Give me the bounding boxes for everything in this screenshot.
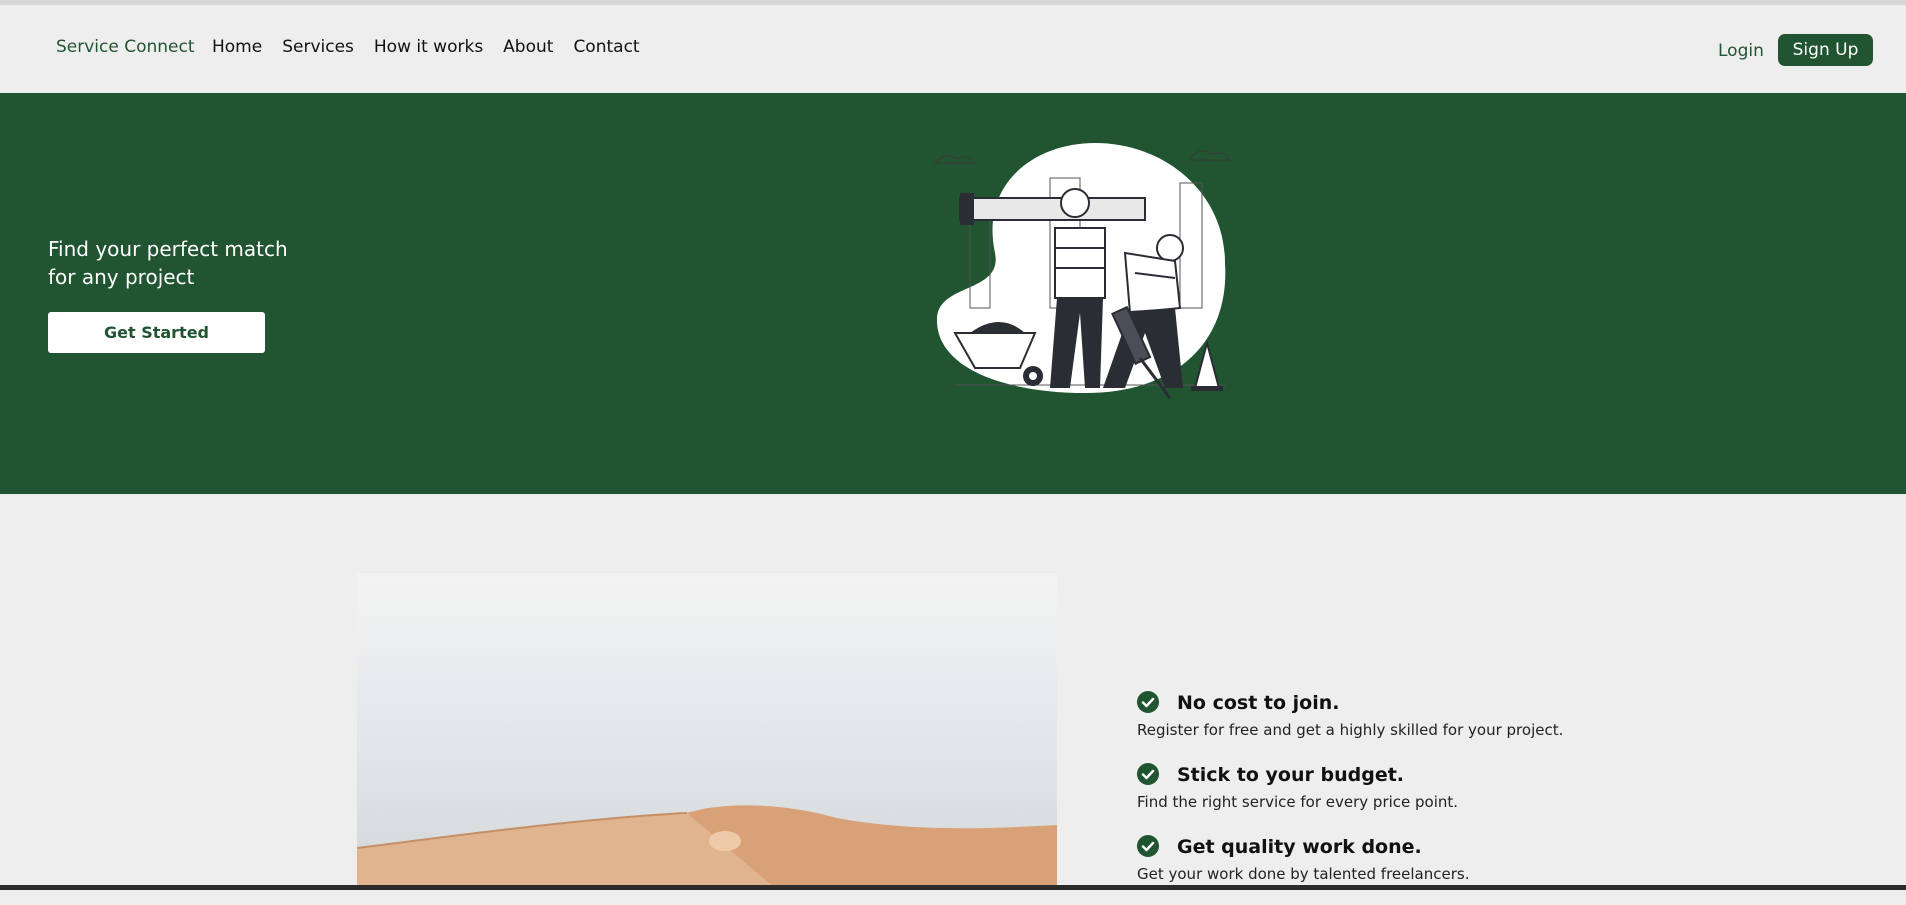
hero-headline: Find your perfect match for any project [48, 237, 288, 289]
nav-contact[interactable]: Contact [573, 37, 639, 57]
login-link[interactable]: Login [1718, 41, 1764, 61]
features-list: No cost to join. Register for free and g… [1137, 689, 1637, 905]
check-circle-icon [1137, 691, 1159, 713]
feature-item: Stick to your budget. Find the right ser… [1137, 761, 1637, 833]
feature-item: No cost to join. Register for free and g… [1137, 689, 1637, 761]
nav-about[interactable]: About [503, 37, 553, 57]
check-circle-icon [1137, 835, 1159, 857]
brand-logo-link[interactable]: Service Connect [56, 37, 195, 57]
get-started-button[interactable]: Get Started [48, 312, 265, 353]
feature-description: Find the right service for every price p… [1137, 793, 1459, 811]
nav-how-it-works[interactable]: How it works [374, 37, 483, 57]
handshake-photo [357, 573, 1057, 890]
hero-section: Find your perfect match for any project … [0, 93, 1906, 494]
handshake-hands-image [357, 805, 1057, 890]
bottom-taskbar-edge [0, 885, 1906, 890]
nav-services[interactable]: Services [282, 37, 354, 57]
feature-description: Get your work done by talented freelance… [1137, 865, 1470, 883]
check-circle-icon [1137, 763, 1159, 785]
feature-title: Get quality work done. [1177, 836, 1422, 858]
main-nav: Home Services How it works About Contact [212, 37, 660, 57]
site-header: Service Connect Home Services How it wor… [0, 5, 1906, 93]
feature-title: Stick to your budget. [1177, 764, 1405, 786]
signup-button[interactable]: Sign Up [1778, 34, 1873, 66]
construction-workers-illustration [933, 143, 1231, 399]
feature-description: Register for free and get a highly skill… [1137, 721, 1564, 739]
feature-item: Get quality work done. Get your work don… [1137, 833, 1637, 905]
nav-home[interactable]: Home [212, 37, 262, 57]
feature-title: No cost to join. [1177, 692, 1340, 714]
